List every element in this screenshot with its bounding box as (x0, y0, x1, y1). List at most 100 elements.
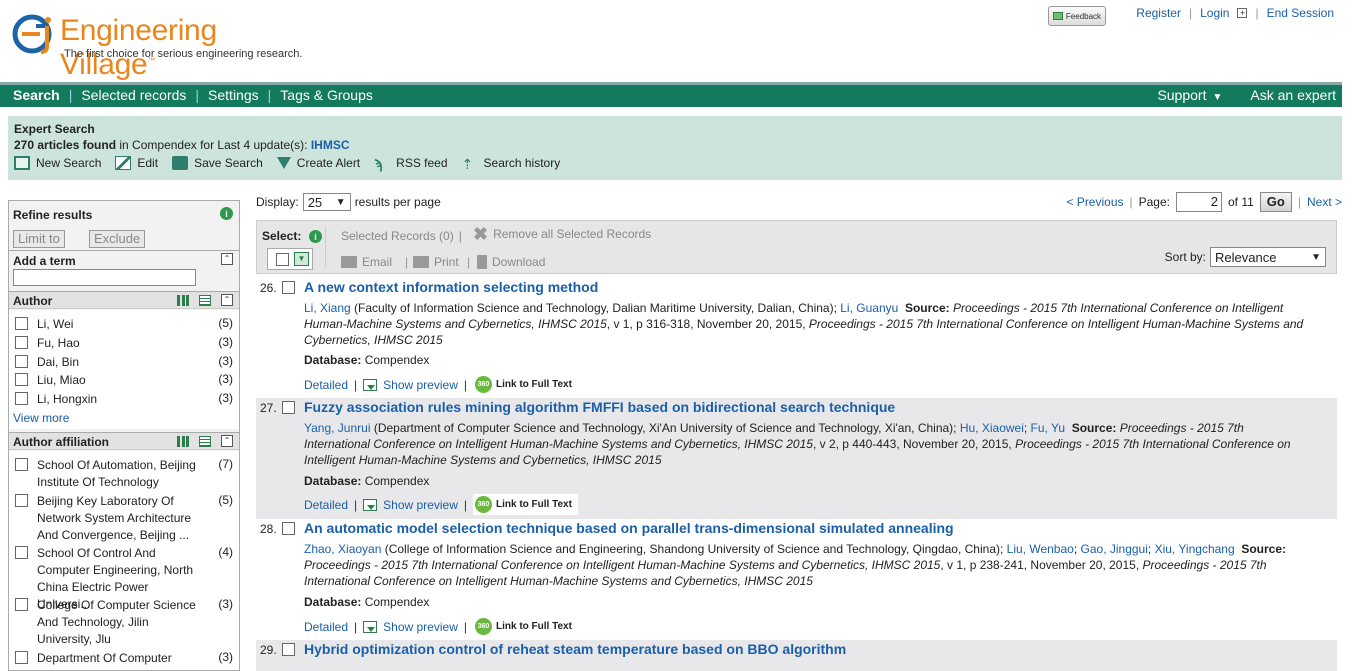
feedback-icon (1052, 12, 1063, 20)
collapse-icon[interactable]: ⌃ (221, 294, 233, 306)
rss-feed-button[interactable]: ϡ RSS feed (374, 156, 447, 172)
author-link[interactable]: Hu, Xiaowei (960, 421, 1024, 435)
selected-records-link[interactable]: Selected Records (0) | (341, 229, 462, 243)
nav-selected-records[interactable]: Selected records (72, 87, 195, 103)
nav-search[interactable]: Search (13, 87, 69, 103)
refine-results-panel: Refine results i Limit to Exclude Add a … (8, 200, 240, 671)
author-link[interactable]: Yang, Junrui (304, 421, 371, 435)
checkbox[interactable] (15, 355, 28, 368)
add-term-label: Add a term (13, 254, 76, 268)
result-record: 28. An automatic model selection techniq… (256, 519, 1337, 640)
results-per-page-select[interactable]: 25 ▼ (302, 193, 351, 211)
save-icon (172, 156, 189, 170)
author-link[interactable]: Gao, Jinggui (1081, 542, 1148, 556)
chevron-down-icon: ▼ (335, 196, 346, 208)
info-icon[interactable]: i (309, 230, 322, 243)
new-search-button[interactable]: New Search (14, 156, 101, 170)
go-button[interactable]: Go (1259, 192, 1292, 212)
previous-page-link[interactable]: < Previous (1066, 195, 1123, 209)
detailed-link[interactable]: Detailed (304, 620, 348, 634)
record-title-link[interactable]: An automatic model selection technique b… (304, 520, 954, 536)
limit-to-button[interactable]: Limit to (13, 230, 65, 248)
feedback-button[interactable]: Feedback (1048, 6, 1106, 26)
checkbox[interactable] (15, 336, 28, 349)
record-checkbox[interactable] (282, 281, 295, 294)
exclude-button[interactable]: Exclude (89, 230, 146, 248)
results-toolbar: Select: i ▼ Selected Records (0) | ✖ Remov… (256, 220, 1337, 274)
print-button[interactable]: Print (413, 255, 459, 269)
add-term-input[interactable] (13, 269, 196, 286)
remove-all-selected-button[interactable]: ✖ Remove all Selected Records (473, 224, 651, 244)
info-icon[interactable]: i (220, 207, 233, 220)
collapse-icon[interactable]: ⌃ (221, 253, 233, 265)
checkbox[interactable] (15, 317, 28, 330)
select-all-control[interactable]: ▼ (267, 248, 313, 270)
record-citation: Li, Xiang (Faculty of Information Scienc… (304, 301, 1304, 347)
full-text-link[interactable]: 360 Link to Full Text (473, 374, 578, 395)
record-citation: Zhao, Xiaoyan (College of Information Sc… (304, 542, 1286, 588)
show-preview-link[interactable]: Show preview (383, 498, 458, 512)
download-button[interactable]: Download (477, 255, 545, 269)
author-link[interactable]: Liu, Wenbao (1007, 542, 1074, 556)
show-preview-link[interactable]: Show preview (383, 378, 458, 392)
record-title-link[interactable]: Fuzzy association rules mining algorithm… (304, 399, 895, 415)
author-link[interactable]: Li, Xiang (304, 301, 351, 315)
nav-support[interactable]: Support ▼ (1157, 87, 1222, 103)
result-record: 26. A new context information selecting … (256, 278, 1337, 398)
checkbox[interactable] (15, 651, 28, 664)
sort-by-select[interactable]: Relevance ▼ (1210, 247, 1326, 267)
nav-settings[interactable]: Settings (199, 87, 268, 103)
search-history-button[interactable]: ⇡ Search history (462, 156, 561, 172)
record-checkbox[interactable] (282, 401, 295, 414)
full-text-link[interactable]: 360 Link to Full Text (472, 494, 578, 515)
record-database: Database: Compendex (304, 353, 430, 367)
show-preview-link[interactable]: Show preview (383, 620, 458, 634)
nav-tags-groups[interactable]: Tags & Groups (271, 87, 382, 103)
result-record: 29. Hybrid optimization control of rehea… (256, 640, 1337, 671)
edit-search-button[interactable]: Edit (115, 156, 158, 170)
author-link[interactable]: Li, Guanyu (840, 301, 898, 315)
chevron-down-icon[interactable]: ▼ (294, 252, 309, 266)
author-link[interactable]: Zhao, Xiaoyan (304, 542, 381, 556)
logo-tagline: The first choice for serious engineering… (64, 48, 303, 60)
header: Engineering Village™ The first choice fo… (0, 0, 1360, 82)
rss-icon: ϡ (374, 156, 383, 172)
checkbox[interactable] (15, 373, 28, 386)
bar-chart-icon[interactable] (177, 294, 189, 306)
search-query-link[interactable]: IHMSC (311, 138, 350, 152)
checkbox[interactable] (15, 458, 28, 471)
checkbox[interactable] (15, 546, 28, 559)
detailed-link[interactable]: Detailed (304, 378, 348, 392)
login-link[interactable]: Login (1200, 6, 1229, 20)
next-page-link[interactable]: Next > (1307, 195, 1342, 209)
collapse-icon[interactable]: ⌃ (221, 435, 233, 447)
checkbox[interactable] (15, 598, 28, 611)
email-button[interactable]: Email (341, 255, 392, 269)
select-all-checkbox[interactable] (276, 253, 289, 266)
author-link[interactable]: Xiu, Yingchang (1155, 542, 1235, 556)
record-title-link[interactable]: A new context information selecting meth… (304, 279, 598, 295)
end-session-link[interactable]: End Session (1267, 6, 1334, 20)
login-expand-icon[interactable]: + (1237, 8, 1248, 18)
export-icon[interactable] (199, 294, 211, 306)
engineering-village-logo[interactable]: Engineering Village™ The first choice fo… (12, 12, 312, 81)
author-link[interactable]: Fu, Yu (1031, 421, 1065, 435)
save-search-button[interactable]: Save Search (172, 156, 263, 170)
create-alert-button[interactable]: Create Alert (276, 156, 360, 170)
preview-icon (363, 620, 378, 633)
detailed-link[interactable]: Detailed (304, 498, 348, 512)
export-icon[interactable] (199, 435, 211, 447)
register-link[interactable]: Register (1136, 6, 1181, 20)
bar-chart-icon[interactable] (177, 435, 189, 447)
page-number-input[interactable]: 2 (1175, 192, 1222, 212)
checkbox[interactable] (15, 392, 28, 405)
close-icon: ✖ (473, 224, 489, 244)
nav-ask-expert[interactable]: Ask an expert (1250, 87, 1336, 103)
record-checkbox[interactable] (282, 522, 295, 535)
record-checkbox[interactable] (282, 643, 295, 656)
chevron-down-icon: ▼ (1311, 251, 1321, 263)
view-more-link[interactable]: View more (13, 411, 69, 425)
full-text-link[interactable]: 360 Link to Full Text (473, 616, 578, 637)
checkbox[interactable] (15, 494, 28, 507)
record-title-link[interactable]: Hybrid optimization control of reheat st… (304, 641, 846, 657)
